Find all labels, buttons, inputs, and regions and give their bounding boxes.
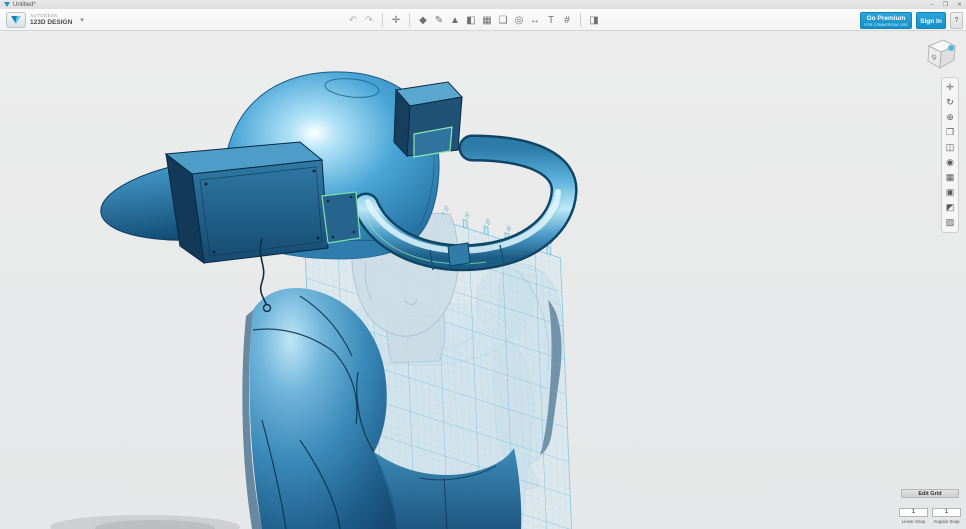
svg-text:20: 20	[464, 212, 471, 221]
text-icon[interactable]: T	[543, 12, 559, 28]
undo-icon[interactable]: ↶	[345, 12, 361, 28]
app-header: AUTODESK 123D DESIGN ▾ ↶ ↷ ✛ ◆ ✎ ▲ ◧ ▦ ❏…	[0, 9, 966, 31]
zoom-icon[interactable]: ⊕	[942, 110, 958, 125]
edit-grid-button[interactable]: Edit Grid	[901, 489, 959, 498]
brand-product: 123D DESIGN	[30, 20, 72, 27]
sign-in-button[interactable]: Sign In	[916, 12, 946, 29]
grid-display-icon[interactable]: ▦	[942, 170, 958, 185]
snap-icon[interactable]: #	[559, 12, 575, 28]
construct-icon[interactable]: ▲	[447, 12, 463, 28]
restore-button[interactable]: ❐	[943, 1, 948, 8]
svg-text:30: 30	[485, 218, 492, 227]
linear-snap-input[interactable]	[899, 508, 928, 517]
chevron-down-icon[interactable]: ▾	[80, 16, 84, 24]
orbit-icon[interactable]: ↻	[942, 95, 958, 110]
svg-text:40: 40	[506, 225, 513, 234]
grouping-icon[interactable]: ❏	[495, 12, 511, 28]
go-premium-button[interactable]: Go Premium FOR COMMERCIAL USE	[860, 12, 912, 29]
tube-flange	[322, 192, 360, 243]
logo-triangle-icon	[11, 16, 21, 24]
app-menu[interactable]: AUTODESK 123D DESIGN ▾	[6, 11, 84, 29]
view-cube[interactable]	[922, 34, 960, 76]
window-title: Untitled*	[13, 2, 36, 8]
pattern-icon[interactable]: ▦	[479, 12, 495, 28]
measure-icon[interactable]: ↔	[527, 12, 543, 28]
primitives-icon[interactable]: ◆	[415, 12, 431, 28]
screenshot-icon[interactable]: ▣	[942, 185, 958, 200]
material-view-icon[interactable]: ◩	[942, 200, 958, 215]
visibility-icon[interactable]: ◉	[942, 155, 958, 170]
redo-icon[interactable]: ↷	[361, 12, 377, 28]
linear-snap-label: Linear Snap	[899, 519, 928, 524]
main-toolbar: ↶ ↷ ✛ ◆ ✎ ▲ ◧ ▦ ❏ ◎ ↔ T # ◨	[345, 11, 602, 29]
grid-settings-panel: Edit Grid Linear Snap Angular Snap	[897, 489, 963, 524]
svg-text:10: 10	[443, 205, 450, 214]
model-scene: 10 20 30 40 50 60	[0, 31, 966, 529]
close-button[interactable]: ✕	[957, 1, 962, 8]
toolbar-divider	[382, 13, 383, 27]
modify-icon[interactable]: ◧	[463, 12, 479, 28]
shading-icon[interactable]: ◫	[942, 140, 958, 155]
material-icon[interactable]: ◨	[586, 12, 602, 28]
help-button[interactable]: ?	[950, 12, 963, 29]
angular-snap-label: Angular Snap	[932, 519, 961, 524]
minimize-button[interactable]: –	[930, 2, 933, 8]
viewport-3d[interactable]: 10 20 30 40 50 60	[0, 31, 966, 529]
outline-view-icon[interactable]: ▨	[942, 215, 958, 230]
navigation-toolbar: ✛ ↻ ⊕ ❒ ◫ ◉ ▦ ▣ ◩ ▨	[941, 77, 959, 233]
toolbar-divider	[409, 13, 410, 27]
angular-snap-input[interactable]	[932, 508, 961, 517]
home-view-icon[interactable]	[948, 45, 954, 51]
pan-icon[interactable]: ✛	[942, 80, 958, 95]
app-icon	[4, 2, 10, 7]
transform-icon[interactable]: ✛	[388, 12, 404, 28]
tube-clamp	[448, 243, 470, 266]
app-window: Untitled* – ❐ ✕ AUTODESK 123D DESIGN ▾ ↶…	[0, 0, 966, 529]
brand-company: AUTODESK	[30, 14, 72, 19]
combine-icon[interactable]: ◎	[511, 12, 527, 28]
sketch-icon[interactable]: ✎	[431, 12, 447, 28]
zoom-fit-icon[interactable]: ❒	[942, 125, 958, 140]
autodesk-logo	[6, 12, 26, 28]
toolbar-divider	[580, 13, 581, 27]
title-bar: Untitled* – ❐ ✕	[0, 0, 966, 9]
right-device-box[interactable]	[394, 82, 462, 157]
